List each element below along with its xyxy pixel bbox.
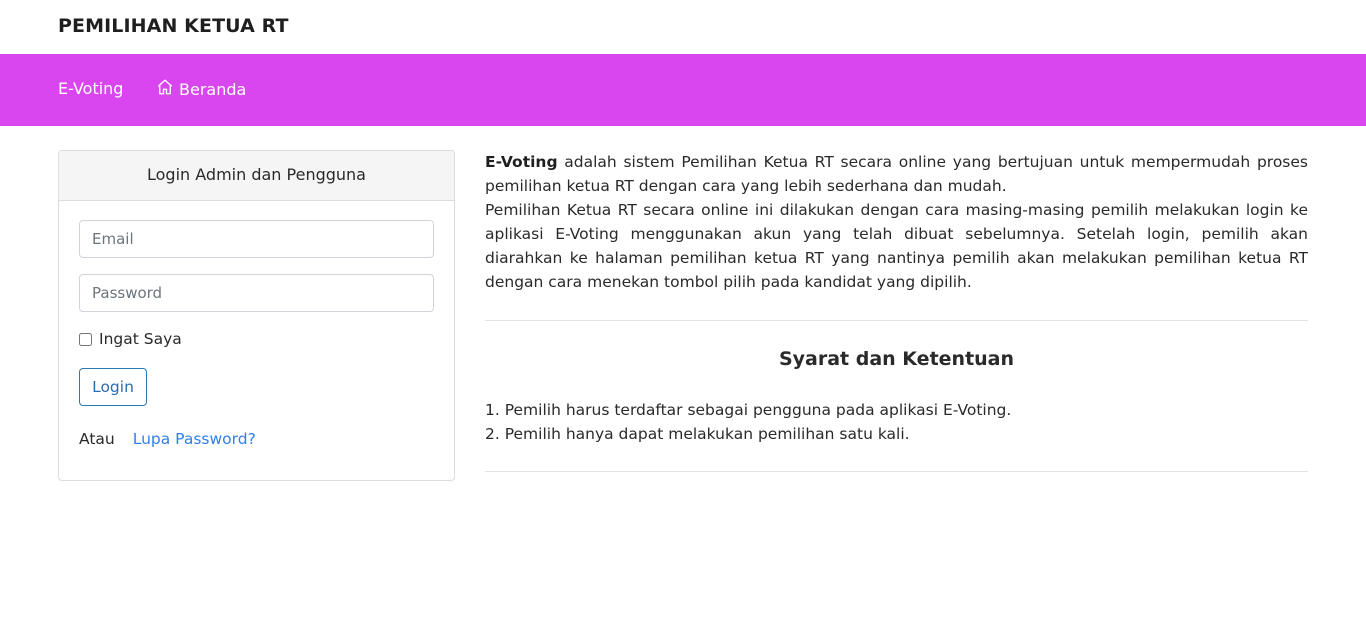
- login-button[interactable]: Login: [79, 368, 147, 406]
- terms-list: 1. Pemilih harus terdaftar sebagai pengg…: [485, 398, 1308, 446]
- remember-me[interactable]: Ingat Saya: [79, 330, 182, 348]
- info-panel: E-Voting adalah sistem Pemilihan Ketua R…: [485, 150, 1308, 472]
- top-header: PEMILIHAN KETUA RT: [0, 0, 1366, 54]
- terms-item: 2. Pemilih hanya dapat melakukan pemilih…: [485, 425, 910, 443]
- terms-item: 1. Pemilih harus terdaftar sebagai pengg…: [485, 401, 1012, 419]
- remember-label: Ingat Saya: [99, 330, 182, 348]
- intro-text: adalah sistem Pemilihan Ketua RT secara …: [485, 153, 1308, 195]
- remember-checkbox[interactable]: [79, 332, 92, 346]
- forgot-password-link[interactable]: Lupa Password?: [133, 430, 256, 448]
- login-card: Login Admin dan Pengguna Ingat Saya Logi…: [58, 150, 455, 481]
- nav-evoting-link[interactable]: E-Voting: [58, 79, 123, 98]
- intro-paragraph-1: E-Voting adalah sistem Pemilihan Ketua R…: [485, 150, 1308, 198]
- intro-brand: E-Voting: [485, 153, 558, 171]
- or-text: Atau: [79, 430, 115, 448]
- nav-beranda-label: Beranda: [179, 80, 247, 99]
- password-input[interactable]: [79, 274, 434, 312]
- forgot-row: Atau Lupa Password?: [79, 430, 256, 448]
- divider: [485, 471, 1308, 472]
- email-input[interactable]: [79, 220, 434, 258]
- home-icon: [156, 79, 179, 100]
- nav-beranda-link[interactable]: Beranda: [156, 79, 246, 100]
- divider: [485, 320, 1308, 321]
- main-navbar: E-Voting Beranda: [0, 54, 1366, 126]
- intro-paragraph-2: Pemilihan Ketua RT secara online ini dil…: [485, 201, 1308, 291]
- terms-title: Syarat dan Ketentuan: [778, 348, 1015, 370]
- login-card-title: Login Admin dan Pengguna: [59, 151, 454, 201]
- app-title: PEMILIHAN KETUA RT: [58, 15, 289, 37]
